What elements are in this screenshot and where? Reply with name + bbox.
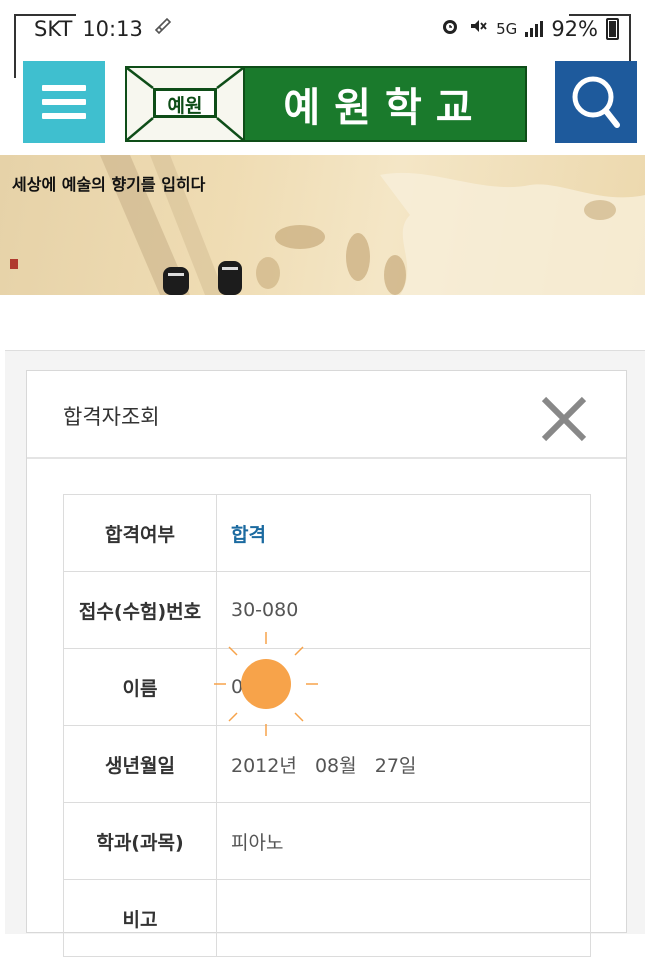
department: 피아노	[216, 802, 591, 880]
dialog-header: 합격자조회	[27, 371, 626, 459]
banner-tagline: 세상에 예술의 향기를 입히다	[12, 175, 206, 194]
close-icon[interactable]	[538, 393, 590, 445]
table-row: 학과(과목) 피아노	[63, 802, 591, 880]
clock: 10:13	[82, 16, 143, 41]
hero-banner: 세상에 예술의 향기를 입히다	[0, 155, 645, 295]
school-logo[interactable]: 예원 예원학교	[125, 66, 527, 142]
pass-value: 합격	[231, 523, 266, 546]
logo-seal: 예원	[127, 68, 245, 140]
result-table: 합격여부 합격 접수(수험)번호 30-080 이름 0 생년월일 2012년 …	[63, 494, 591, 957]
network-label: 5G	[496, 19, 518, 38]
signal-icon	[525, 20, 544, 37]
row-label: 합격여부	[63, 494, 217, 572]
table-row: 생년월일 2012년 08월 27일	[63, 725, 591, 803]
sun-sticker-icon	[212, 630, 320, 742]
row-label: 학과(과목)	[63, 802, 217, 880]
row-label: 비고	[63, 879, 217, 957]
row-label: 생년월일	[63, 725, 217, 803]
search-icon[interactable]	[555, 61, 637, 143]
pass-status: 합격	[216, 494, 591, 572]
status-bar: SKT 10:13 5G 92%	[0, 0, 645, 58]
remarks	[216, 879, 591, 957]
result-dialog: 합격자조회 합격여부 합격 접수(수험)번호 30-080 이름 0 생년월일 …	[26, 370, 627, 957]
hamburger-menu-icon[interactable]	[23, 61, 105, 143]
row-label: 접수(수험)번호	[63, 571, 217, 649]
logo-seal-text: 예원	[153, 88, 217, 118]
mute-icon	[468, 16, 488, 41]
dialog-title: 합격자조회	[63, 405, 160, 429]
sync-icon	[153, 16, 173, 41]
school-name: 예원학교	[283, 85, 487, 131]
table-row: 비고	[63, 879, 591, 957]
table-row: 이름 0	[63, 648, 591, 726]
alarm-icon	[440, 16, 460, 41]
table-row: 합격여부 합격	[63, 494, 591, 572]
row-label: 이름	[63, 648, 217, 726]
table-row: 접수(수험)번호 30-080	[63, 571, 591, 649]
